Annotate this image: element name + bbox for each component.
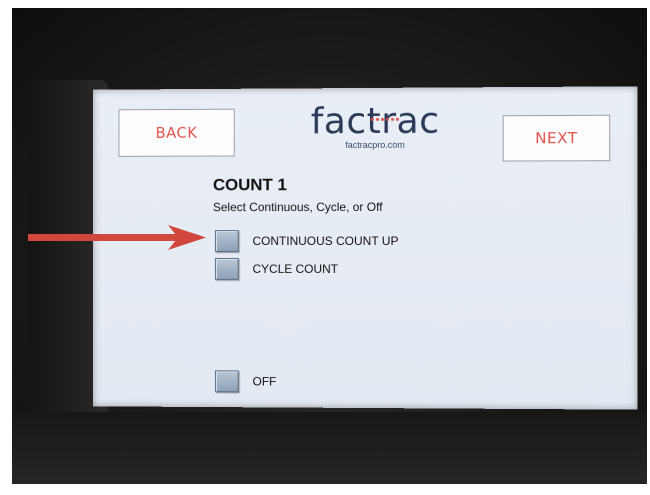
logo-dots-icon — [368, 106, 404, 121]
checkbox-cycle-count[interactable] — [214, 257, 239, 280]
checkbox-off[interactable] — [214, 370, 239, 393]
page-subtitle: Select Continuous, Cycle, or Off — [212, 199, 383, 215]
factrac-logo: factrac factracpro.com — [310, 101, 440, 161]
option-label: OFF — [252, 374, 277, 389]
next-button[interactable]: NEXT — [502, 114, 611, 162]
option-label: CYCLE COUNT — [252, 261, 339, 276]
arrow-right-icon — [28, 225, 206, 250]
device-bezel-bottom — [12, 412, 647, 484]
option-continuous-count-up[interactable]: CONTINUOUS COUNT UP — [214, 230, 399, 252]
option-label: CONTINUOUS COUNT UP — [252, 233, 399, 248]
option-cycle-count[interactable]: CYCLE COUNT — [214, 257, 339, 280]
back-button[interactable]: BACK — [118, 108, 235, 157]
page-title: COUNT 1 — [212, 175, 287, 195]
option-off[interactable]: OFF — [214, 370, 277, 393]
photo-background: BACK factrac factracpro.com NEXT COUNT 1… — [0, 0, 650, 495]
checkbox-continuous-count-up[interactable] — [214, 230, 239, 252]
